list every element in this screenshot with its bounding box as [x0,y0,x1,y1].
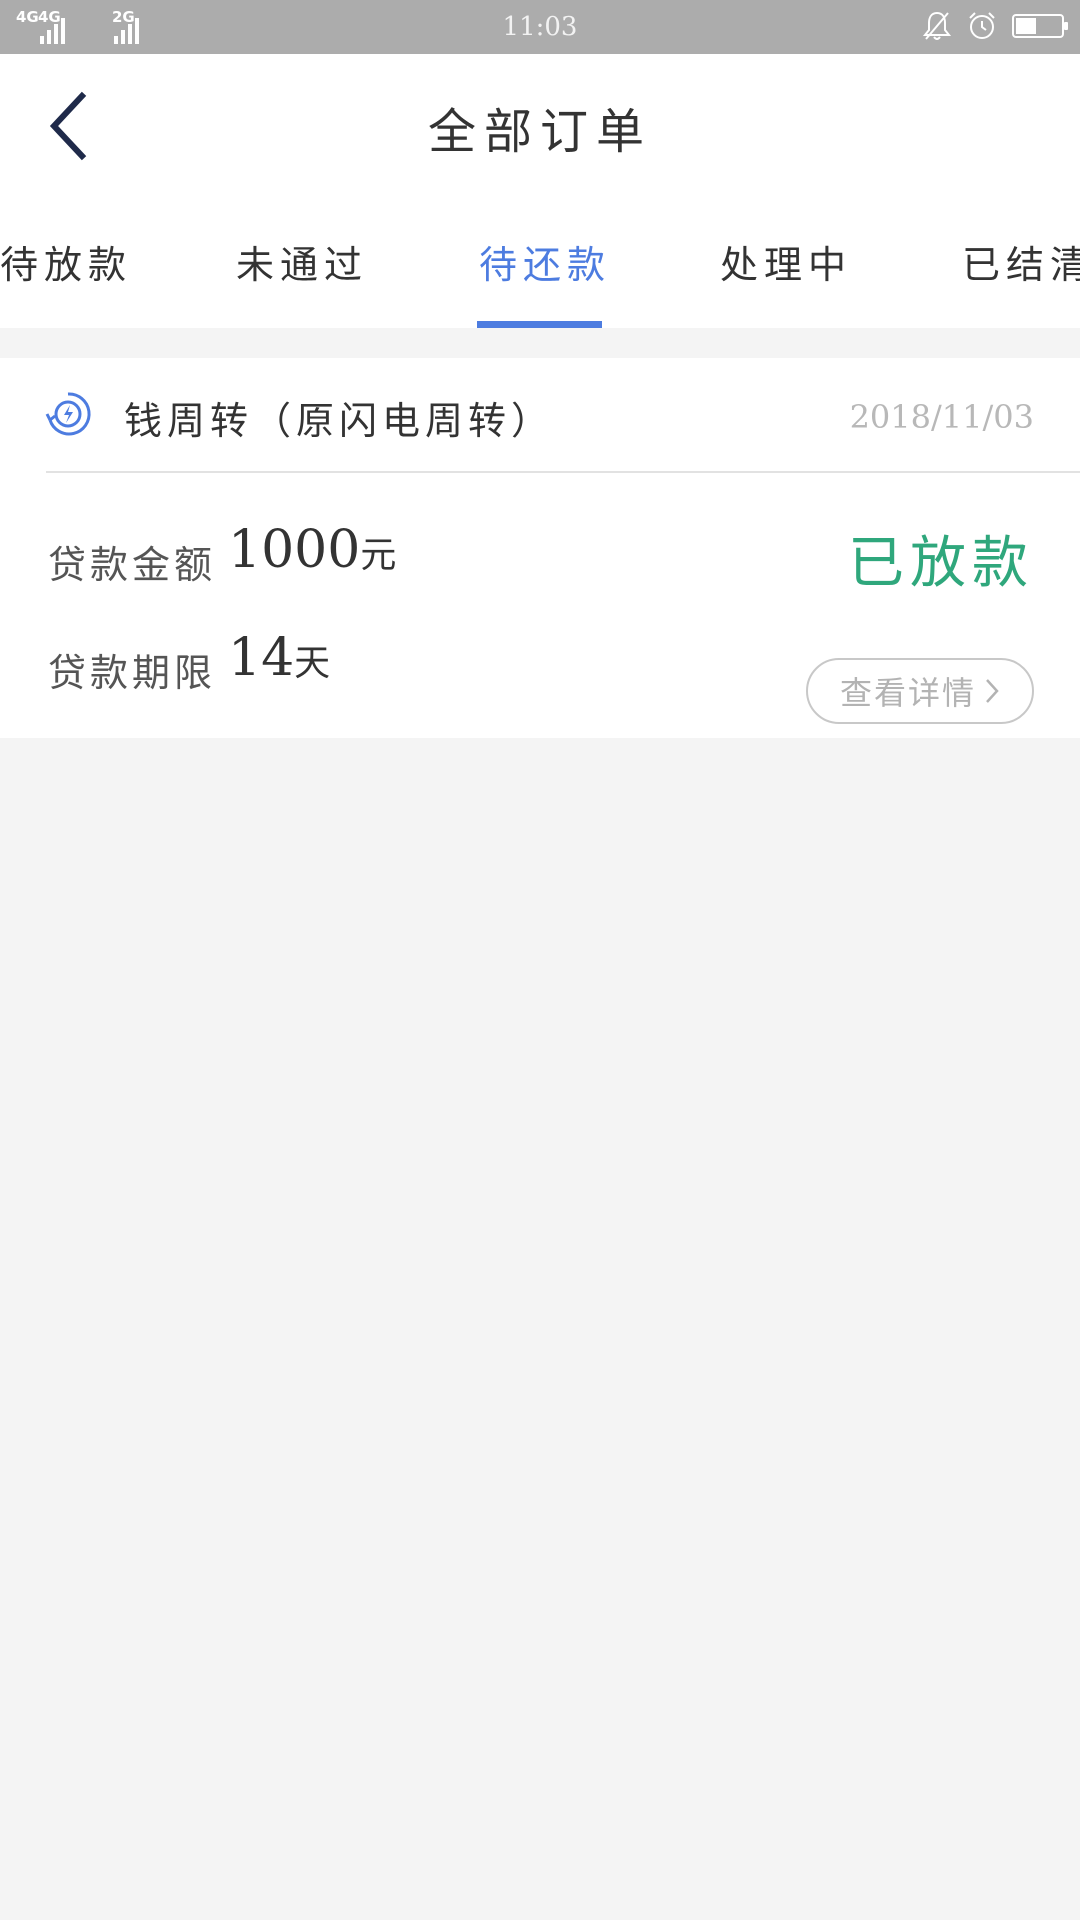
amount-number: 1000 [228,520,361,580]
lightning-circle-icon [45,392,91,436]
tab-bar: 待放款 未通过 待还款 处理中 已结清 [0,194,1080,328]
status-bar: 4G 4G 2G 11:03 [0,0,1080,54]
amount-value: 1000元 [228,520,396,580]
chevron-right-icon [986,679,999,703]
tab-pending-repayment[interactable]: 待还款 [479,234,611,289]
view-details-button[interactable]: 查看详情 [806,658,1034,724]
tab-processing[interactable]: 处理中 [720,234,852,289]
page-title: 全部订单 [427,104,652,160]
status-icons [922,10,1068,42]
order-card[interactable]: 钱周转（原闪电周转） 2018/11/03 贷款金额 1000元 已放款 贷款期… [0,358,1080,738]
active-tab-indicator [477,321,602,328]
product-name: 钱周转（原闪电周转） [124,399,555,443]
term-number: 14 [228,628,295,688]
loan-status: 已放款 [848,531,1034,596]
term-value: 14天 [228,628,330,688]
header: 全部订单 [0,54,1080,194]
tab-pending-disbursement[interactable]: 待放款 [0,234,132,289]
term-unit: 天 [294,643,331,684]
tab-rejected[interactable]: 未通过 [236,234,368,289]
view-details-label: 查看详情 [839,674,976,712]
order-date: 2018/11/03 [849,398,1034,436]
amount-label: 贷款金额 [48,543,217,587]
term-label: 贷款期限 [48,651,217,695]
mute-bell-icon [922,11,952,40]
amount-unit: 元 [360,535,397,576]
clock-time: 11:03 [502,12,578,42]
alarm-clock-icon [969,12,995,39]
tab-settled[interactable]: 已结清 [962,234,1080,289]
battery-icon [1012,14,1068,38]
divider [46,471,1080,473]
battery-level [1016,18,1036,34]
